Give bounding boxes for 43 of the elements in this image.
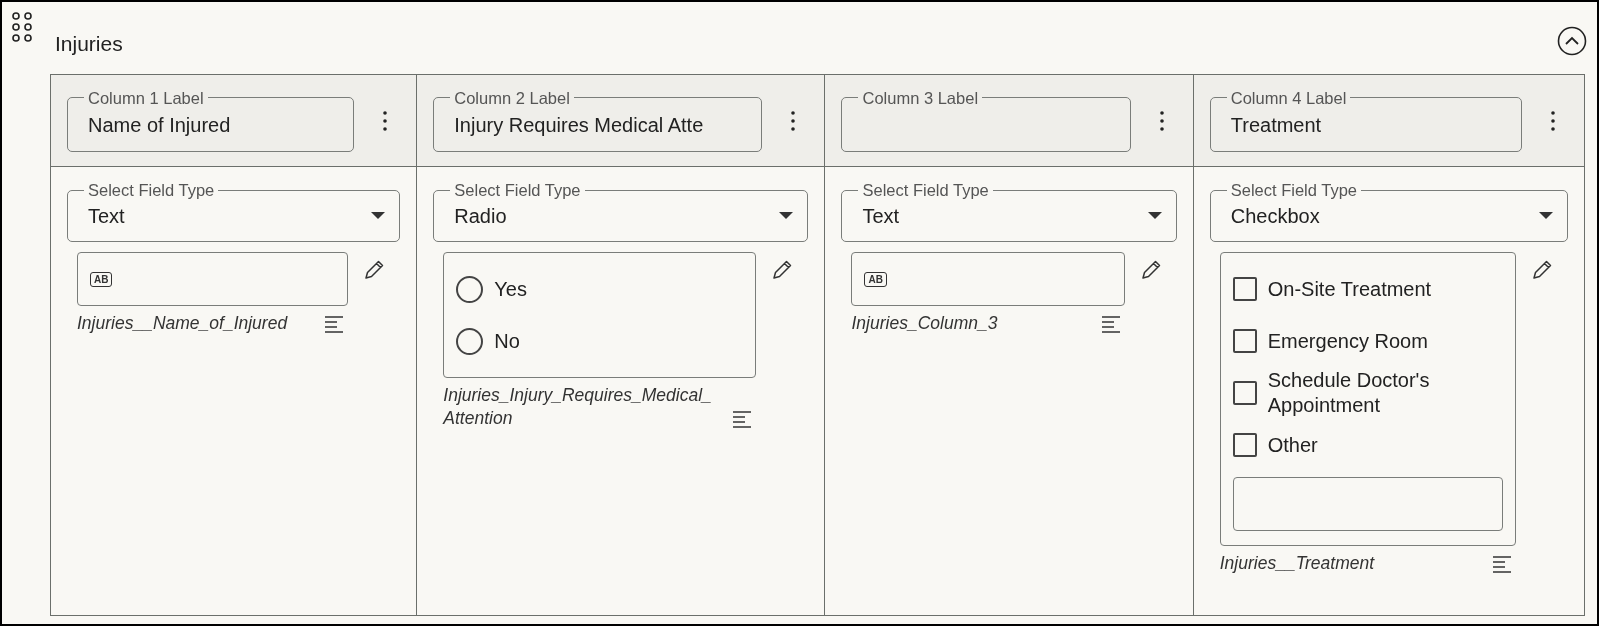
text-field-icon: AB (864, 271, 887, 287)
text-align-icon[interactable] (1492, 554, 1512, 573)
column-label-field[interactable]: Column 3 Label (841, 89, 1131, 152)
radio-button[interactable] (456, 275, 484, 303)
option-label: On-Site Treatment (1267, 276, 1432, 302)
radio-button[interactable] (456, 327, 484, 355)
more-options-icon[interactable] (1158, 109, 1165, 132)
variable-name: Injuries__Name_of_Injured (77, 312, 288, 335)
option-label: No (494, 328, 520, 354)
field-type-select[interactable]: Select Field Type Text (67, 182, 401, 242)
column-label-field[interactable]: Column 1 Label Name of Injured (67, 89, 355, 152)
caret-icon (1539, 211, 1553, 220)
caret-icon (1147, 211, 1162, 220)
checkbox[interactable] (1232, 381, 1257, 405)
field-type-select[interactable]: Select Field Type Radio (433, 182, 809, 242)
text-align-icon[interactable] (732, 409, 753, 428)
variable-name: Injuries__Treatment (1219, 552, 1375, 575)
option-label: Other (1267, 432, 1318, 458)
variable-name: Injuries_Injury_Requires_Medical_Attention (443, 384, 713, 430)
checkbox[interactable] (1232, 329, 1257, 353)
section-title: Injuries (55, 31, 123, 57)
edit-icon[interactable] (1530, 258, 1554, 282)
drag-handle-icon[interactable] (12, 12, 32, 42)
collapse-icon[interactable] (1557, 26, 1587, 56)
checkbox[interactable] (1232, 277, 1257, 301)
more-options-icon[interactable] (382, 109, 389, 132)
variable-name: Injuries_Column_3 (851, 312, 998, 335)
field-type-select[interactable]: Select Field Type Checkbox (1209, 182, 1568, 242)
column-label-field[interactable]: Column 4 Label Treatment (1209, 89, 1522, 152)
caret-icon (371, 211, 386, 220)
more-options-icon[interactable] (790, 109, 797, 132)
option-label: Schedule Doctor's Appointment (1267, 368, 1431, 418)
option-label: Yes (494, 276, 527, 302)
text-field-icon: AB (90, 271, 113, 287)
checkbox[interactable] (1232, 433, 1257, 457)
caret-icon (779, 211, 794, 220)
other-text-field[interactable] (1232, 477, 1503, 531)
field-type-select[interactable]: Select Field Type Text (841, 182, 1177, 242)
column-label-field[interactable]: Column 2 Label Injury Requires Medical Atte (433, 89, 763, 152)
more-options-icon[interactable] (1550, 109, 1556, 132)
option-label: Emergency Room (1267, 328, 1428, 354)
text-align-icon[interactable] (324, 314, 345, 333)
text-align-icon[interactable] (1100, 314, 1121, 333)
